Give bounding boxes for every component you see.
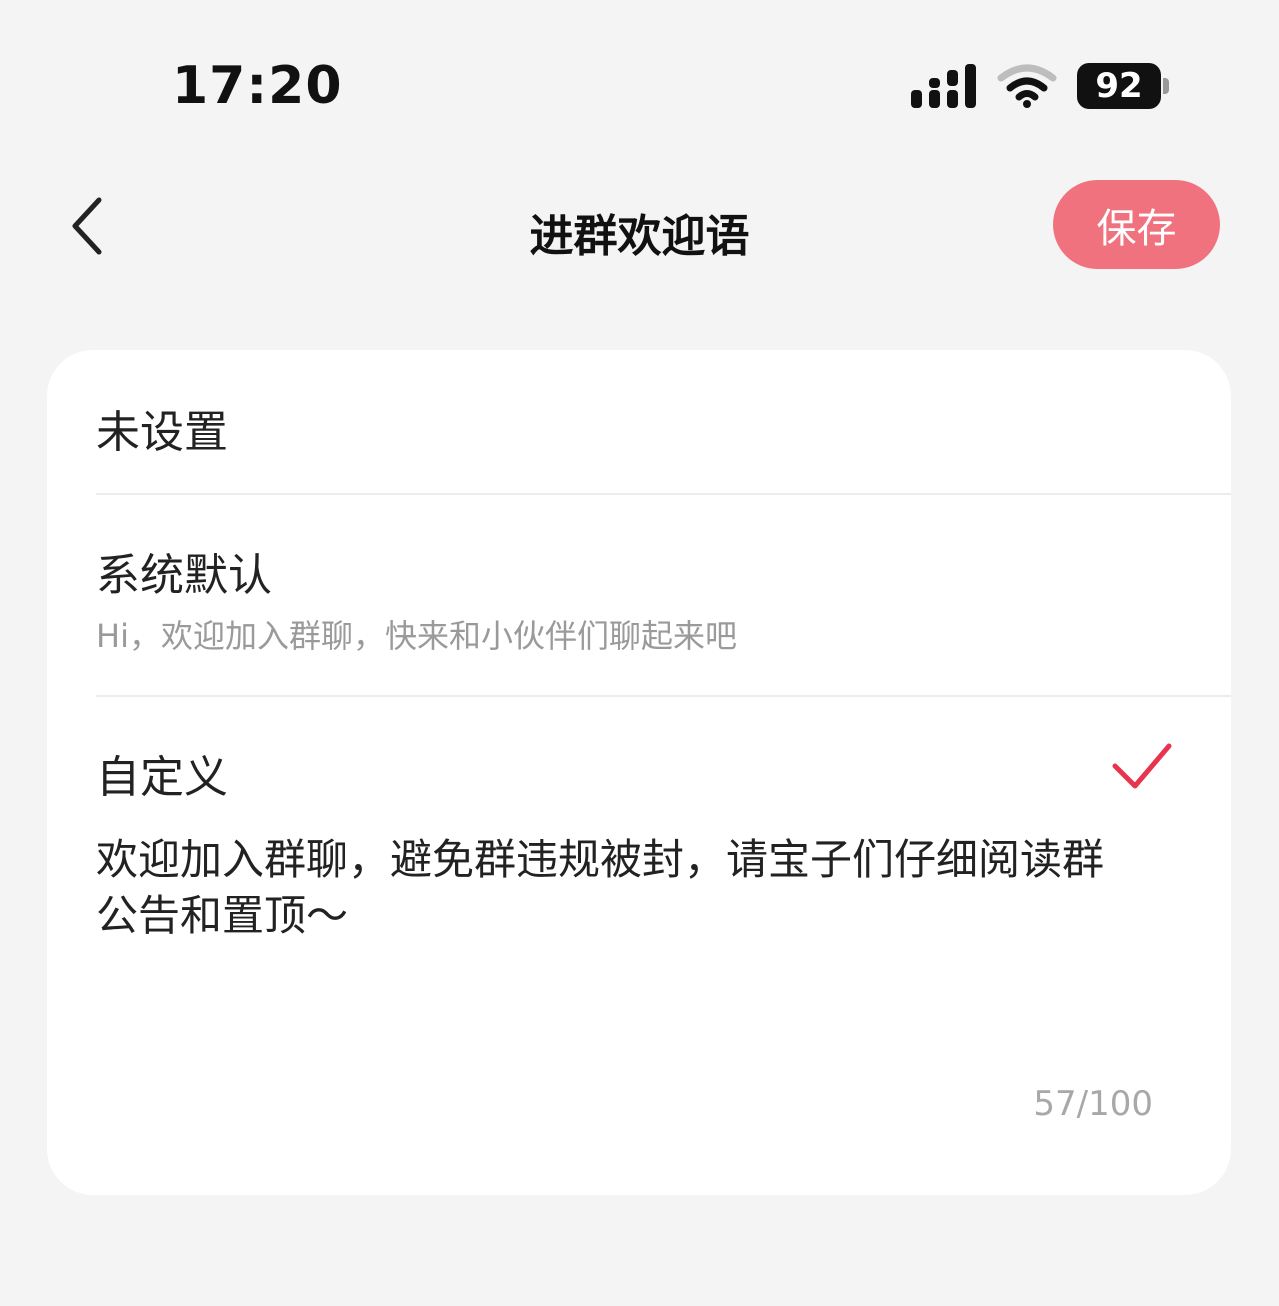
status-bar: 17:20 92: [0, 0, 1279, 160]
option-label: 自定义: [96, 752, 228, 803]
battery-level: 92: [1077, 63, 1161, 109]
status-time: 17:20: [172, 56, 343, 116]
option-not-set[interactable]: 未设置: [96, 350, 1231, 493]
welcome-options-card: 未设置 系统默认 Hi，欢迎加入群聊，快来和小伙伴们聊起来吧 自定义 欢迎加入群…: [47, 350, 1231, 1195]
signal-icon: [911, 64, 976, 108]
option-description: Hi，欢迎加入群聊，快来和小伙伴们聊起来吧: [96, 617, 737, 655]
save-button[interactable]: 保存: [1053, 180, 1220, 269]
option-label: 未设置: [96, 407, 228, 458]
wifi-icon: [997, 64, 1057, 108]
nav-bar: 进群欢迎语 保存: [0, 160, 1279, 290]
option-custom[interactable]: 自定义: [96, 697, 1231, 807]
status-icons: 92: [911, 62, 1169, 110]
char-count: 57/100: [1033, 1084, 1153, 1124]
battery-tip: [1163, 78, 1169, 94]
check-icon: [1112, 743, 1172, 789]
custom-message-input[interactable]: 欢迎加入群聊，避免群违规被封，请宝子们仔细阅读群公告和置顶～: [96, 832, 1136, 1092]
battery-icon: 92: [1077, 63, 1169, 109]
option-system-default[interactable]: 系统默认 Hi，欢迎加入群聊，快来和小伙伴们聊起来吧: [96, 495, 1231, 695]
option-label: 系统默认: [96, 550, 272, 601]
